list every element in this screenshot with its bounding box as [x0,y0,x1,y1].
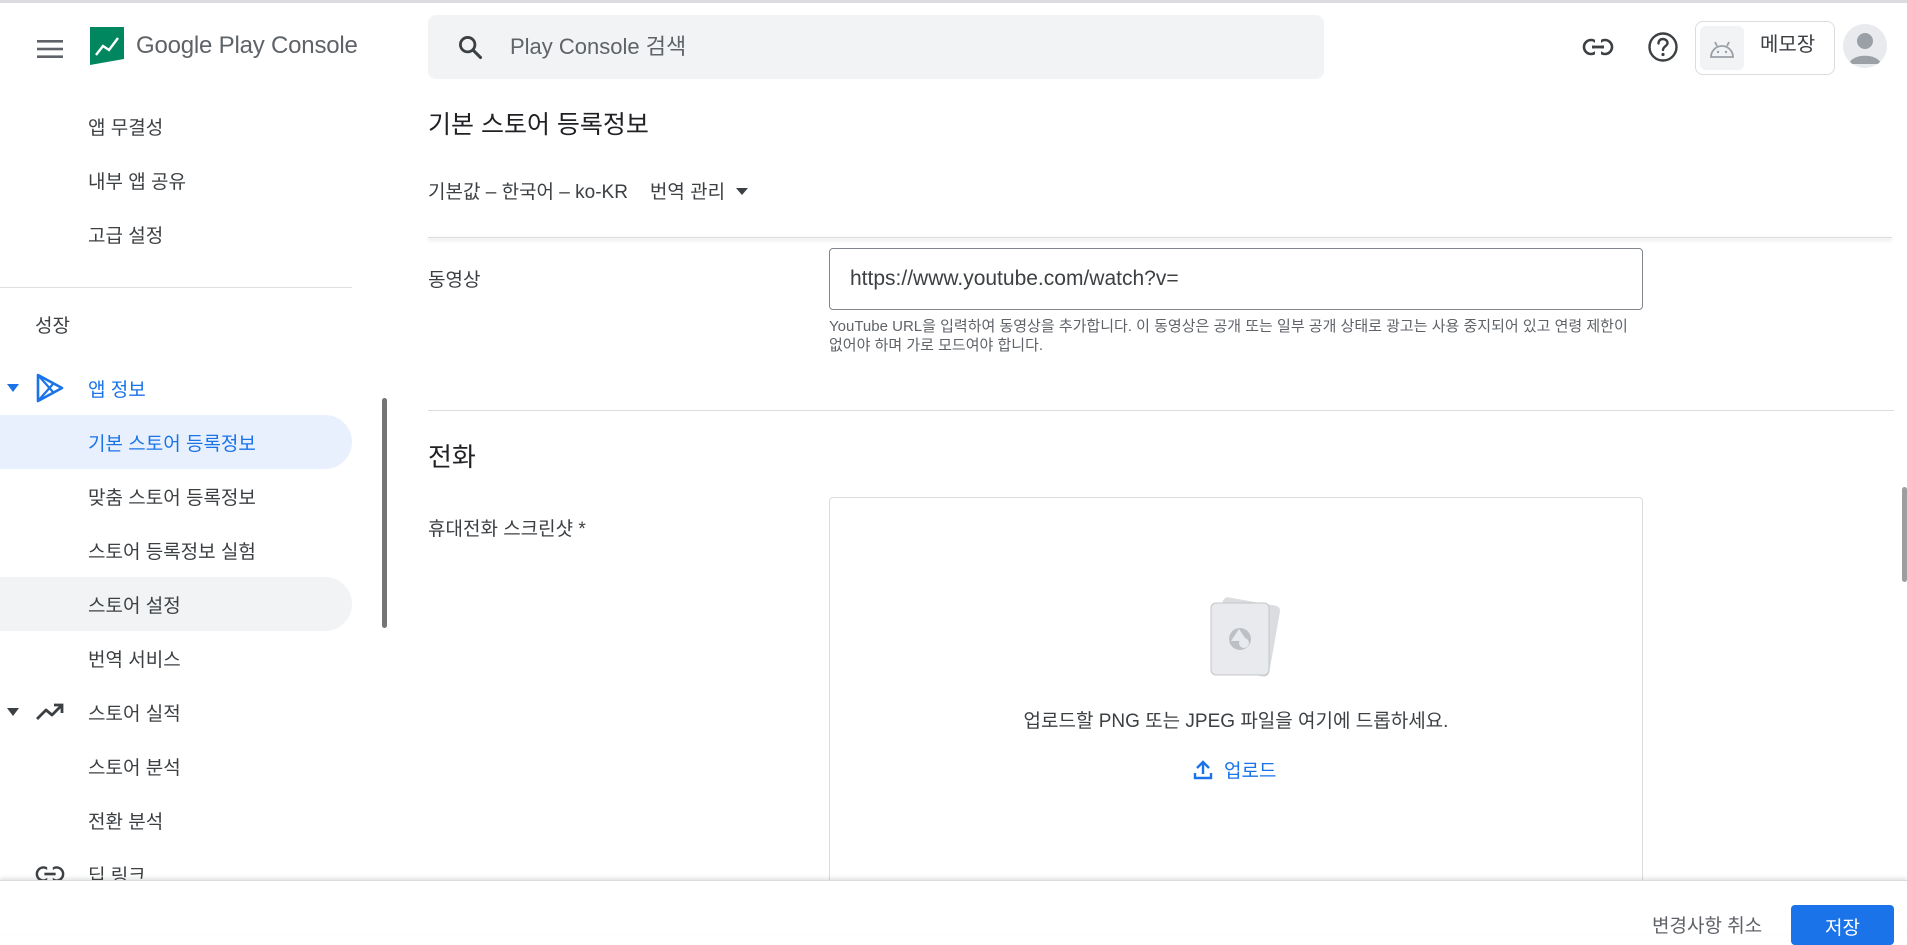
upload-icon [1190,757,1216,783]
sidebar-item-store-listing-experiments[interactable]: 스토어 등록정보 실험 [0,523,352,577]
sidebar-item-label: 딥 링크 [88,865,146,881]
sidebar-group-store-performance[interactable]: 스토어 실적 [0,685,352,739]
dropzone-instructions: 업로드할 PNG 또는 JPEG 파일을 여기에 드롭하세요. [1023,711,1449,732]
sidebar-item-label: 앱 정보 [88,379,146,401]
help-circle-icon[interactable] [1643,27,1683,67]
page-title: 기본 스토어 등록정보 [428,111,649,139]
video-helper-text: YouTube URL을 입력하여 동영상을 추가합니다. 이 동영상은 공개 … [829,318,1628,354]
sidebar-item-label: 기본 스토어 등록정보 [88,433,256,455]
sticky-header-divider [428,237,1892,238]
sidebar-item-internal-app-sharing[interactable]: 내부 앱 공유 [0,153,352,207]
top-app-bar: Google Play Console 메모장 [0,3,1907,87]
caret-down-icon [735,180,749,202]
sidebar-item-app-integrity[interactable]: 앱 무결성 [0,99,352,153]
caret-down-icon [6,381,20,395]
sidebar-item-main-store-listing[interactable]: 기본 스토어 등록정보 [0,415,352,469]
sidebar-item-label: 고급 설정 [88,225,164,247]
section-title-phone: 전화 [428,442,476,472]
sidebar-item-label: 앱 무결성 [88,117,164,139]
sidebar-item-label: 전환 분석 [88,811,164,833]
sidebar-item-store-analysis[interactable]: 스토어 분석 [0,739,352,793]
upload-button[interactable]: 업로드 [1190,756,1276,783]
phone-screenshots-dropzone[interactable]: 업로드할 PNG 또는 JPEG 파일을 여기에 드롭하세요. 업로드 [829,497,1643,917]
sidebar-divider [0,287,352,288]
sidebar-item-label: 내부 앱 공유 [88,171,186,193]
default-language: 기본값 – 한국어 – ko-KR [428,182,628,203]
sidebar-item-label: 스토어 실적 [88,703,181,725]
sidebar-item-conversion-analysis[interactable]: 전환 분석 [0,793,352,847]
sidebar-scrollbar[interactable] [382,398,387,628]
android-icon [1700,26,1744,70]
hamburger-menu-icon[interactable] [30,29,70,69]
google-play-console-logo[interactable]: Google Play Console [88,25,358,67]
action-footer: 변경사항 취소 저장 [0,880,1907,945]
search-icon [454,31,486,63]
account-avatar-icon[interactable] [1843,24,1887,68]
sidebar-item-custom-store-listing[interactable]: 맞춤 스토어 등록정보 [0,469,352,523]
sidebar-nav: 앱 무결성 내부 앱 공유 고급 설정 성장 앱 정보 기본 스토어 등록정보 … [0,87,384,880]
play-console-logo-icon [90,27,124,65]
caret-down-icon [6,705,20,719]
manage-translations-label: 번역 관리 [649,182,726,203]
language-row: 기본값 – 한국어 – ko-KR 번역 관리 [428,177,749,204]
play-store-icon [34,372,66,404]
sidebar-group-app-info[interactable]: 앱 정보 [0,361,352,415]
sidebar-item-label: 맞춤 스토어 등록정보 [88,487,256,509]
video-url-input[interactable] [829,248,1643,310]
sidebar-item-label: 스토어 분석 [88,757,181,779]
sidebar-item-translation-service[interactable]: 번역 서비스 [0,631,352,685]
main-scrollbar[interactable] [1902,487,1907,582]
app-selector-chip[interactable]: 메모장 [1695,21,1835,75]
sidebar-item-label: 스토어 등록정보 실험 [88,541,256,563]
search-input[interactable] [508,33,1292,61]
phone-screenshots-label: 휴대전화 스크린샷 * [428,519,586,540]
sidebar-item-label: 번역 서비스 [88,649,181,671]
discard-changes-button[interactable]: 변경사항 취소 [1652,911,1762,938]
trending-up-icon [34,696,66,728]
app-name: 메모장 [1760,33,1816,56]
upload-label: 업로드 [1224,761,1277,782]
search-bar[interactable] [428,15,1324,79]
sidebar-item-advanced-settings[interactable]: 고급 설정 [0,207,352,261]
sidebar-item-store-settings[interactable]: 스토어 설정 [0,577,352,631]
save-button[interactable]: 저장 [1791,905,1894,945]
section-divider [428,410,1894,411]
video-label: 동영상 [428,270,481,291]
sidebar-section-heading: 성장 [35,316,70,337]
link-icon [34,858,66,880]
main-content: 기본 스토어 등록정보 기본값 – 한국어 – ko-KR 번역 관리 동영상 … [428,87,1907,917]
manage-translations-button[interactable]: 번역 관리 [650,177,749,204]
sidebar-item-label: 스토어 설정 [88,595,181,617]
logo-text: Google Play Console [136,32,358,59]
image-upload-illustration-icon [1195,593,1285,683]
sidebar-item-deep-links[interactable]: 딥 링크 [0,847,352,880]
link-icon[interactable] [1578,27,1618,67]
